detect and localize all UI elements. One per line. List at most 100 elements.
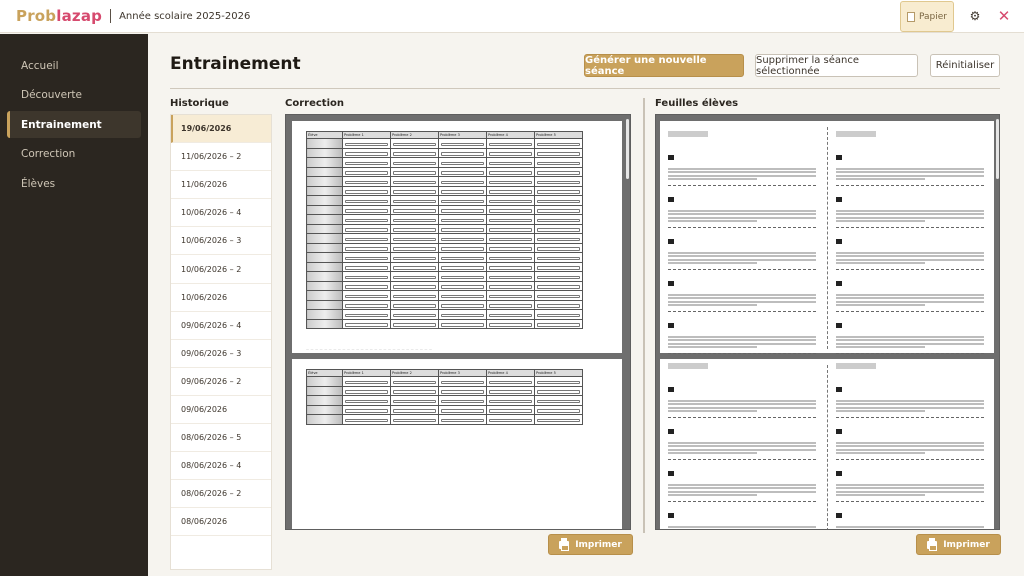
table-cell (534, 318, 583, 329)
history-item[interactable]: 09/06/2026 – 2 (171, 368, 271, 396)
table-cell (342, 233, 391, 244)
print-correction-button[interactable]: Imprimer (548, 534, 633, 555)
table-cell (438, 195, 487, 206)
reset-button[interactable]: Réinitialiser (930, 54, 1000, 77)
table-cell (306, 233, 343, 244)
history-item[interactable]: 08/06/2026 – 2 (171, 480, 271, 509)
answer-box (537, 218, 580, 222)
problem-text-line (836, 255, 984, 258)
correction-scrollbar[interactable] (626, 119, 629, 179)
table-cell (342, 271, 391, 282)
answer-box (441, 390, 484, 394)
table-cell (390, 395, 439, 406)
answer-box (489, 313, 532, 317)
problem-text-line (668, 399, 816, 402)
history-item[interactable]: 09/06/2026 – 3 (171, 340, 271, 368)
generate-session-button[interactable]: Générer une nouvelle séance (584, 54, 744, 77)
answer-line (668, 227, 816, 229)
history-item[interactable]: 10/06/2026 – 2 (171, 255, 271, 284)
answer-box (345, 285, 388, 289)
table-cell (486, 261, 535, 272)
table-cell (342, 147, 391, 158)
history-item[interactable]: 10/06/2026 – 4 (171, 199, 271, 228)
problem-text-line (836, 525, 984, 528)
table-cell (486, 404, 535, 415)
table-header-cell: Problème 4 (486, 369, 535, 377)
sidebar-item-entrainement[interactable]: Entrainement (7, 111, 141, 138)
answer-line (836, 417, 984, 419)
answer-line (836, 501, 984, 503)
print-label: Imprimer (575, 539, 622, 550)
answer-line (836, 185, 984, 187)
table-cell (390, 318, 439, 329)
answer-box (441, 275, 484, 279)
close-icon[interactable]: ✕ (996, 8, 1012, 24)
history-item[interactable]: 08/06/2026 – 5 (171, 424, 271, 453)
answer-box (345, 256, 388, 260)
table-row (306, 404, 583, 415)
table-cell (438, 223, 487, 234)
history-item[interactable]: 10/06/2026 (171, 284, 271, 312)
problem-number-marker (668, 281, 674, 286)
answer-box (537, 304, 580, 308)
table-cell (438, 138, 487, 149)
history-item[interactable]: 08/06/2026 – 4 (171, 452, 271, 481)
history-item[interactable]: 11/06/2026 (171, 171, 271, 200)
answer-box (345, 323, 388, 327)
history-item[interactable]: 19/06/2026 (171, 115, 271, 144)
main-content: Entrainement Générer une nouvelle séance… (148, 34, 1024, 576)
table-cell (390, 166, 439, 177)
sidebar-item-eleves[interactable]: Élèves (7, 170, 141, 197)
problem-text-line (668, 483, 816, 486)
student-page-1 (660, 121, 994, 355)
answer-box (489, 275, 532, 279)
sidebar-item-correction[interactable]: Correction (7, 141, 141, 168)
table-cell (390, 404, 439, 415)
problem-block (836, 463, 984, 503)
sidebar-item-accueil[interactable]: Accueil (7, 52, 141, 79)
answer-box (489, 199, 532, 203)
answer-box (537, 380, 580, 384)
table-cell (486, 395, 535, 406)
answer-box (489, 152, 532, 156)
answer-box (489, 390, 532, 394)
student-scrollbar[interactable] (996, 119, 999, 179)
table-cell (306, 385, 343, 396)
print-students-button[interactable]: Imprimer (916, 534, 1001, 555)
history-item[interactable]: 09/06/2026 – 4 (171, 312, 271, 340)
table-cell (534, 404, 583, 415)
table-header-cell: Problème 3 (438, 369, 487, 377)
sidebar-item-decouverte[interactable]: Découverte (7, 82, 141, 109)
table-cell (342, 376, 391, 387)
table-cell (438, 309, 487, 320)
gear-icon[interactable]: ⚙ (968, 9, 982, 23)
answer-box (393, 304, 436, 308)
delete-session-button[interactable]: Supprimer la séance sélectionnée (755, 54, 918, 77)
table-cell (486, 147, 535, 158)
table-cell (306, 404, 343, 415)
history-item[interactable]: 11/06/2026 – 2 (171, 143, 271, 172)
history-item[interactable]: 08/06/2026 (171, 508, 271, 537)
answer-box (441, 247, 484, 251)
table-cell (534, 376, 583, 387)
answer-box (489, 380, 532, 384)
table-cell (306, 376, 343, 387)
problem-block (668, 273, 816, 313)
papier-button[interactable]: Papier (900, 1, 954, 32)
history-item[interactable]: 09/06/2026 (171, 396, 271, 425)
history-item[interactable]: 10/06/2026 – 3 (171, 227, 271, 256)
student-sheets-preview[interactable] (655, 114, 1000, 530)
table-cell (342, 195, 391, 206)
sidebar-item-label: Accueil (21, 59, 59, 72)
answer-box (489, 256, 532, 260)
answer-box (489, 209, 532, 213)
problem-text-line (836, 445, 984, 448)
table-cell (342, 404, 391, 415)
table-cell (390, 261, 439, 272)
answer-line (668, 311, 816, 313)
answer-box (537, 313, 580, 317)
table-cell (306, 271, 343, 282)
table-cell (390, 204, 439, 215)
table-cell (486, 242, 535, 253)
correction-preview[interactable]: Élève Problème 1 Problème 2 Problème 3 P… (285, 114, 631, 530)
